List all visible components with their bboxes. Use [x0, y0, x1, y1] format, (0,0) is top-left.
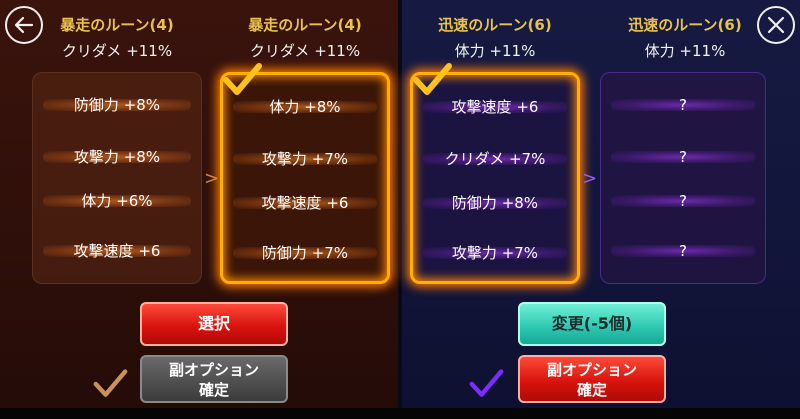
- right-current-stats-card[interactable]: 攻撃速度 +6 クリダメ +7% 防御力 +8% 攻撃力 +7%: [410, 72, 580, 284]
- left-new-stats-card[interactable]: 体力 +8% 攻撃力 +7% 攻撃速度 +6 防御力 +7%: [220, 72, 390, 284]
- stat-row: 攻撃力 +8%: [33, 145, 201, 169]
- confirm-suboption-button-right[interactable]: 副オプション 確定: [518, 355, 666, 403]
- stat-row: ?: [601, 239, 765, 263]
- checkmark-icon: [469, 369, 504, 397]
- stat-row: 防御力 +8%: [413, 191, 577, 215]
- button-label-line1: 副オプション: [168, 361, 259, 379]
- selected-checkmark-icon: [413, 63, 452, 95]
- button-label-line2: 確定: [576, 381, 607, 399]
- right-compare-arrow: >: [582, 168, 598, 189]
- stat-row: 防御力 +8%: [33, 93, 201, 117]
- checkmark-icon: [93, 369, 128, 397]
- bottom-strip: [0, 408, 800, 419]
- stat-row: クリダメ +7%: [413, 147, 577, 171]
- change-button[interactable]: 変更(-5個): [518, 302, 666, 346]
- stat-row: ?: [601, 93, 765, 117]
- left-new-title: 暴走のルーン(4): [248, 16, 362, 34]
- right-current-main-stat: 体力 +11%: [454, 42, 536, 60]
- left-current-title: 暴走のルーン(4): [60, 16, 174, 34]
- stat-row: 体力 +6%: [33, 189, 201, 213]
- confirm-suboption-button-left[interactable]: 副オプション 確定: [140, 355, 288, 403]
- stat-row: 防御力 +7%: [223, 241, 387, 265]
- stat-row: ?: [601, 189, 765, 213]
- stat-row: 攻撃力 +7%: [413, 241, 577, 265]
- panel-divider: [398, 0, 402, 419]
- button-label-line1: 副オプション: [546, 361, 637, 379]
- stat-row: 攻撃力 +7%: [223, 147, 387, 171]
- stat-row: 攻撃速度 +6: [33, 239, 201, 263]
- left-current-main-stat: クリダメ +11%: [61, 42, 173, 60]
- right-new-stats-card: ? ? ? ?: [600, 72, 766, 284]
- stat-row: ?: [601, 145, 765, 169]
- stat-row: 体力 +8%: [223, 95, 387, 119]
- right-current-title: 迅速のルーン(6): [438, 16, 552, 34]
- stat-row: 攻撃速度 +6: [223, 191, 387, 215]
- left-current-stats-card: 防御力 +8% 攻撃力 +8% 体力 +6% 攻撃速度 +6: [32, 72, 202, 284]
- stat-row: 攻撃速度 +6: [413, 95, 577, 119]
- button-label-line2: 確定: [198, 381, 229, 399]
- right-new-title: 迅速のルーン(6): [628, 16, 742, 34]
- right-new-main-stat: 体力 +11%: [644, 42, 726, 60]
- selected-checkmark-icon: [223, 63, 262, 95]
- left-new-main-stat: クリダメ +11%: [249, 42, 361, 60]
- select-button[interactable]: 選択: [140, 302, 288, 346]
- left-compare-arrow: >: [204, 168, 220, 189]
